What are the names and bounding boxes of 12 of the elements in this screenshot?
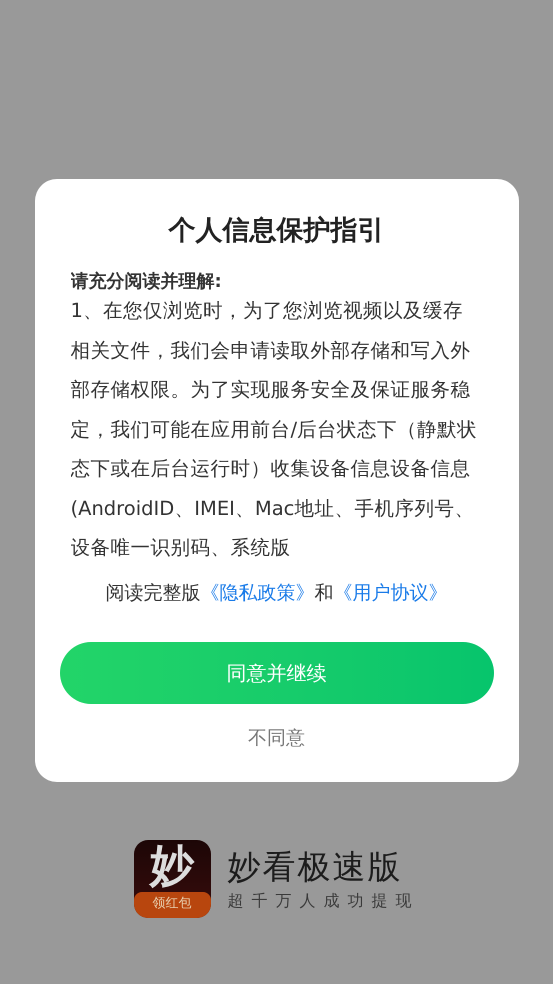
app-icon-glyph: 妙 (150, 840, 194, 892)
decline-button[interactable]: 不同意 (248, 716, 305, 760)
policy-link[interactable]: 《用户协议》 (334, 582, 448, 604)
app-name: 妙看极速版 (228, 846, 404, 888)
policy-notice: 阅读完整版《隐私政策》和《用户协议》 (106, 581, 448, 606)
body-text: 1、在您仅浏览时，为了您浏览视频以及缓存相关文件，我们会申请读取外部存储和写入外部存储权限。为了实现服务安全及保证服务稳定，我们可能在应用前台/后台状态下（静默状态下或在后台运行时）收集设备信息设备信息(AndroidID、IMEI、Mac地址、手机序列号、设备唯一识别码、系统版 (70, 298, 478, 561)
app-slogan: 超千万人成功提现 (228, 890, 420, 912)
dialog-title: 个人信息保护指引 (168, 214, 384, 248)
intro-heading: 请充分阅读并理解: (70, 270, 223, 294)
agree-button[interactable]: 同意并继续 (60, 642, 494, 704)
app-icon-badge: 领红包 (134, 892, 210, 918)
policy-link[interactable]: 《隐私政策》 (200, 582, 314, 604)
